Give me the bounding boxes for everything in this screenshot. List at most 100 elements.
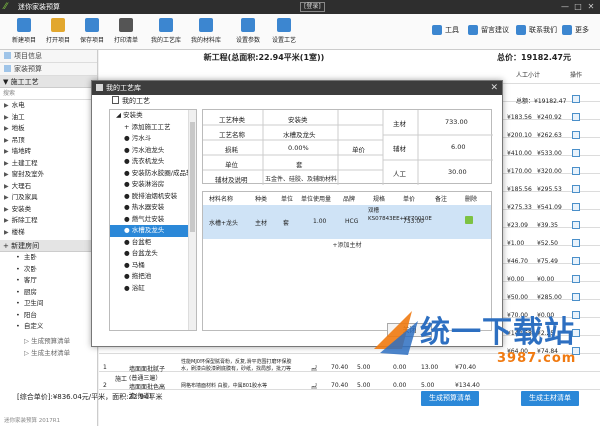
dialog-close-icon[interactable]: ✕	[490, 81, 498, 95]
col-header: 单位使用量	[301, 196, 332, 203]
room-item[interactable]: • 客厅	[0, 275, 97, 287]
expand-icon: ▶	[4, 171, 9, 178]
category-item[interactable]: ▶ 楼梯	[0, 227, 97, 239]
tree-node[interactable]: ● 脱排油烟机安装	[110, 191, 196, 203]
add-material-link[interactable]: +添加主材	[203, 240, 491, 249]
category-item[interactable]: ▶ 拆除工程	[0, 215, 97, 227]
edit-icon[interactable]	[572, 275, 580, 283]
edit-icon[interactable]	[572, 185, 580, 193]
tree-node[interactable]: ● 污水池龙头	[110, 145, 196, 157]
material-library-button[interactable]: 我的材料库	[186, 18, 226, 44]
login-link[interactable]: [登录]	[300, 2, 325, 12]
section-rooms[interactable]: + 新建房间	[0, 240, 97, 252]
room-item[interactable]: • 自定义	[0, 321, 97, 333]
project-title: 新工程(总面积:22.94平米(1室))	[203, 53, 325, 62]
left-panel: 项目信息 家装预算 ▼ 施工工艺 搜索 ▶ 水电 ▶ 油工 ▶ 地板 ▶ 吊顶 ▶ 墙地砖…	[0, 50, 98, 426]
tree-node[interactable]: ● 台盆柜	[110, 237, 196, 249]
message-button[interactable]: 留言建议	[468, 25, 509, 35]
expand-icon: ▶	[4, 205, 9, 213]
bullet-icon: •	[16, 287, 20, 296]
room-item[interactable]: • 次卧	[0, 264, 97, 276]
edit-icon[interactable]	[572, 293, 580, 301]
labor-price-field[interactable]: 30.00	[448, 168, 467, 176]
room-item[interactable]: • 厨房	[0, 287, 97, 299]
settings-button[interactable]: 设置参数	[228, 18, 268, 44]
minimize-icon[interactable]: —	[560, 2, 570, 12]
label: 损耗	[225, 146, 238, 154]
craft-type-field[interactable]: 安装类	[288, 114, 308, 124]
contact-button[interactable]: 联系我们	[516, 25, 557, 35]
category-item[interactable]: ▶ 安装类	[0, 204, 97, 216]
tab-project-info[interactable]: 项目信息	[0, 50, 97, 63]
label: 工艺种类	[219, 116, 245, 124]
tree-node[interactable]: ● 热水器安装	[110, 202, 196, 214]
tree-node[interactable]: ● 污水斗	[110, 133, 196, 145]
edit-icon[interactable]	[572, 257, 580, 265]
project-info-icon	[4, 52, 11, 59]
bullet-icon: ●	[124, 191, 130, 200]
craft-name-field[interactable]: 水槽及龙头	[283, 129, 316, 139]
edit-icon[interactable]	[572, 239, 580, 247]
tree-scrollbar[interactable]	[188, 110, 196, 330]
more-button[interactable]: 更多	[562, 25, 589, 35]
edit-icon[interactable]	[572, 167, 580, 175]
section-craft[interactable]: ▼ 施工工艺	[0, 76, 97, 88]
delete-icon[interactable]	[465, 216, 473, 224]
scroll-thumb[interactable]	[190, 122, 195, 232]
tree-node-selected[interactable]: ● 水槽及龙头	[110, 225, 196, 237]
sidebar-generate-budget[interactable]: ▷ 生成预算清单	[0, 335, 97, 347]
category-item[interactable]: ▶ 水电	[0, 100, 97, 112]
tools-button[interactable]: 工具	[432, 25, 459, 35]
tree-node[interactable]: ● 安装淋浴房	[110, 179, 196, 191]
edit-icon[interactable]	[572, 131, 580, 139]
aux-price-field[interactable]: 6.00	[451, 143, 465, 151]
cell: 套	[283, 220, 290, 227]
tree-node[interactable]: ◢ 安装类	[110, 110, 196, 122]
label: 工艺名称	[219, 131, 245, 139]
tree-node[interactable]: + 添加施工工艺	[110, 122, 196, 134]
category-item[interactable]: ▶ 地板	[0, 123, 97, 135]
tree-node[interactable]: ● 浴缸	[110, 283, 196, 295]
generate-budget-button[interactable]: 生成预算清单	[421, 391, 479, 406]
edit-icon[interactable]	[572, 113, 580, 121]
edit-icon[interactable]	[572, 149, 580, 157]
loss-field[interactable]: 0.00%	[288, 144, 309, 152]
tree-node[interactable]: ● 洗衣机龙头	[110, 156, 196, 168]
edit-icon[interactable]	[572, 221, 580, 229]
cell: ¥75.49	[537, 258, 558, 265]
edit-icon[interactable]	[572, 95, 580, 103]
sidebar-generate-material[interactable]: ▷ 生成主材清单	[0, 347, 97, 359]
tree-node[interactable]: ● 台盆龙头	[110, 248, 196, 260]
category-item[interactable]: ▶ 墙地砖	[0, 146, 97, 158]
craft-settings-button[interactable]: 设置工艺	[264, 18, 304, 44]
room-item[interactable]: • 主卧	[0, 252, 97, 264]
category-item[interactable]: ▶ 窗封及室外	[0, 169, 97, 181]
category-item[interactable]: ▶ 油工	[0, 112, 97, 124]
category-item[interactable]: ▶ 大理石	[0, 181, 97, 193]
bullet-icon: •	[16, 276, 20, 284]
room-item[interactable]: • 卫生间	[0, 298, 97, 310]
desc-field[interactable]: 五金件、硅胶、及辅助材料	[265, 174, 337, 183]
close-icon[interactable]: ✕	[586, 2, 596, 12]
print-list-button[interactable]: 打印清单	[106, 18, 146, 44]
category-item[interactable]: ▶ 吊顶	[0, 135, 97, 147]
category-item[interactable]: ▶ 土建工程	[0, 158, 97, 170]
generate-material-button[interactable]: 生成主材清单	[521, 391, 579, 406]
tree-node[interactable]: ● 拖把池	[110, 271, 196, 283]
tree-node[interactable]: ● 安装防水胶圈/成品软	[110, 168, 196, 180]
tab-home-budget[interactable]: 家装预算	[0, 63, 97, 76]
craft-tree: ◢ 安装类 + 添加施工工艺 ● 污水斗 ● 污水池龙头 ● 洗衣机龙头 ● 安…	[109, 109, 197, 331]
category-item[interactable]: ▶ 门及家具	[0, 192, 97, 204]
unit-field[interactable]: 套	[296, 159, 303, 169]
edit-icon[interactable]	[572, 203, 580, 211]
search-input[interactable]: 搜索	[0, 88, 97, 100]
craft-library-button[interactable]: 我的工艺库	[146, 18, 186, 44]
room-item[interactable]: • 阳台	[0, 310, 97, 322]
main-price-field[interactable]: 733.00	[445, 118, 468, 126]
tree-node[interactable]: ● 马桶	[110, 260, 196, 272]
tree-node[interactable]: ● 燃气灶安装	[110, 214, 196, 226]
expand-icon: ▶	[4, 182, 9, 190]
cell: ¥275.33	[507, 204, 532, 211]
material-row[interactable]: 水槽+龙头 主材 套 1.00 HCG 双槽KS07843EE+KF70010E…	[203, 205, 491, 239]
maximize-icon[interactable]: □	[573, 2, 583, 12]
